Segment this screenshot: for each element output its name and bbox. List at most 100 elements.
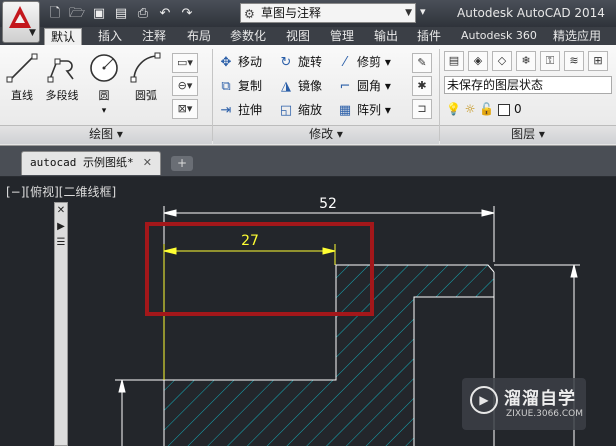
workspace-dropdown[interactable]: ⚙ 草图与注释 ▼ [240, 3, 416, 23]
circle-icon [90, 54, 118, 82]
close-icon[interactable]: ✕ [55, 203, 67, 219]
trim-tool[interactable]: ⁄ 修剪 ▾ [337, 52, 391, 72]
layers-panel-title[interactable]: 图层 ▾ [440, 125, 616, 144]
print-icon[interactable]: ⎙ [134, 5, 152, 23]
layer-properties-icon[interactable]: ▤ [444, 51, 464, 71]
tab-featured-apps[interactable]: 精选应用 [553, 28, 601, 45]
circle-label: 圆 ▾ [98, 89, 110, 116]
application-menu-button[interactable]: ▼ [2, 1, 40, 43]
tab-view[interactable]: 视图 [286, 28, 310, 45]
document-tab[interactable]: autocad 示例图纸* ✕ [21, 151, 161, 175]
arc-tool-button[interactable]: 圆弧 [126, 51, 166, 103]
title-bar: 🗋 🗁 ▣ ▤ ⎙ ↶ ↷ ⚙ 草图与注释 ▼ ▾ Autodesk AutoC… [0, 0, 616, 27]
draw-panel-title[interactable]: 绘图 ▾ [0, 125, 212, 144]
document-tabs: autocad 示例图纸* ✕ + [0, 146, 616, 177]
lightbulb-icon: 💡 [446, 102, 461, 116]
move-tool[interactable]: ✥ 移动 [218, 52, 262, 72]
workspace-label: 草图与注释 [261, 6, 322, 20]
unlock-icon: 🔓 [479, 102, 495, 116]
autocad-logo-icon [9, 6, 31, 28]
play-icon: ▶ [470, 386, 498, 414]
watermark-subtitle: ZIXUE.3066.COM [506, 409, 584, 419]
copy-icon: ⧉ [221, 79, 231, 94]
array-tool[interactable]: ▦ 阵列 ▾ [337, 100, 391, 120]
tool-palette-strip: ✕ ▶ ☰ [54, 202, 68, 446]
hatch-icon[interactable]: ⊖▾ [172, 76, 198, 96]
scale-tool[interactable]: ◱ 缩放 [278, 100, 322, 120]
properties-icon[interactable]: ☰ [55, 235, 67, 251]
explode-icon[interactable]: ✱ [412, 76, 432, 96]
polyline-icon [47, 58, 74, 83]
dimension-27-label: 27 [241, 233, 259, 249]
document-tab-label: autocad 示例图纸* [30, 156, 134, 169]
tab-layout[interactable]: 布局 [187, 28, 211, 45]
undo-icon[interactable]: ↶ [156, 5, 174, 23]
new-icon[interactable]: 🗋 [46, 5, 64, 23]
layer-isolate-icon[interactable]: ◇ [492, 51, 512, 71]
layer-color-swatch [498, 103, 511, 116]
line-label: 直线 [11, 89, 33, 102]
trim-icon: ⁄ [343, 55, 347, 70]
current-layer-dropdown[interactable]: 💡 ☼ 🔓 0 [446, 99, 522, 119]
line-tool-button[interactable]: 直线 [2, 51, 42, 103]
tab-insert[interactable]: 插入 [98, 28, 122, 45]
erase-icon[interactable]: ✎ [412, 53, 432, 73]
tab-default[interactable]: 默认 [44, 28, 83, 45]
move-icon: ✥ [220, 55, 232, 70]
rotate-icon: ↻ [280, 55, 292, 70]
dimension-52-label: 52 [319, 196, 337, 212]
hatch-region [164, 265, 494, 446]
watermark: ▶ 溜溜自学 ZIXUE.3066.COM [462, 378, 586, 430]
dimension-vertical-left [118, 379, 126, 446]
arc-icon [130, 52, 161, 83]
fillet-icon: ⌐ [339, 79, 351, 94]
save-icon[interactable]: ▣ [90, 5, 108, 23]
rotate-tool[interactable]: ↻ 旋转 [278, 52, 322, 72]
layer-off-icon[interactable]: ◈ [468, 51, 488, 71]
layer-walk-icon[interactable]: ⊞ [588, 51, 608, 71]
gear-icon: ⚙ [244, 7, 255, 21]
offset-icon[interactable]: ⊐ [412, 99, 432, 119]
layer-freeze-icon[interactable]: ❄ [516, 51, 536, 71]
ribbon-tabs: 默认 插入 注释 布局 参数化 视图 管理 输出 插件 Autodesk 360… [0, 27, 616, 45]
layer-match-icon[interactable]: ≋ [564, 51, 584, 71]
polyline-tool-button[interactable]: 多段线 [42, 51, 82, 103]
tab-parametric[interactable]: 参数化 [230, 28, 266, 45]
current-layer-name: 0 [513, 102, 522, 116]
chevron-down-icon: ▼ [405, 8, 412, 18]
tab-annotate[interactable]: 注释 [142, 28, 166, 45]
redo-icon[interactable]: ↷ [178, 5, 196, 23]
rectangle-icon[interactable]: ▭▾ [172, 53, 198, 73]
copy-tool[interactable]: ⧉ 复制 [218, 76, 262, 96]
layer-state-dropdown[interactable]: 未保存的图层状态 [444, 76, 612, 94]
stretch-tool[interactable]: ⇥ 拉伸 [218, 100, 262, 120]
tab-output[interactable]: 输出 [374, 28, 398, 45]
new-tab-button[interactable]: + [171, 156, 193, 171]
mirror-tool[interactable]: ◮ 镜像 [278, 76, 322, 96]
tab-plugins[interactable]: 插件 [417, 28, 441, 45]
polyline-label: 多段线 [45, 89, 79, 102]
tab-autodesk-360[interactable]: Autodesk 360 [461, 28, 537, 45]
tab-manage[interactable]: 管理 [330, 28, 354, 45]
array-icon: ▦ [338, 103, 352, 118]
expand-icon[interactable]: ▶ [55, 219, 67, 235]
scale-icon: ◱ [279, 103, 293, 118]
close-icon[interactable]: ✕ [143, 152, 152, 174]
layer-lock-icon[interactable]: ⚿ [540, 51, 560, 71]
open-icon[interactable]: 🗁 [68, 5, 86, 23]
saveas-icon[interactable]: ▤ [112, 5, 130, 23]
more-icon[interactable]: ▾ [420, 5, 426, 18]
mirror-icon: ◮ [281, 79, 291, 94]
ribbon: 直线 多段线 圆 ▾ 圆弧 ▭▾ ⊖▾ ⊠▾ 绘图 ▾ ✥ 移动 ↻ 旋转 ⁄ 修剪 ▾… [0, 45, 616, 146]
app-title: Autodesk AutoCAD 2014 [457, 6, 605, 20]
circle-tool-button[interactable]: 圆 ▾ [84, 51, 124, 116]
arc-label: 圆弧 [135, 89, 157, 102]
sun-icon: ☼ [464, 102, 476, 116]
watermark-title: 溜溜自学 [504, 389, 576, 409]
stretch-icon: ⇥ [220, 103, 232, 118]
chevron-down-icon: ▼ [29, 28, 36, 38]
modify-panel-title[interactable]: 修改 ▾ [213, 125, 439, 144]
fillet-tool[interactable]: ⌐ 圆角 ▾ [337, 76, 391, 96]
boundary-icon[interactable]: ⊠▾ [172, 99, 198, 119]
viewport-controls[interactable]: [−][俯视][二维线框] [6, 183, 116, 200]
